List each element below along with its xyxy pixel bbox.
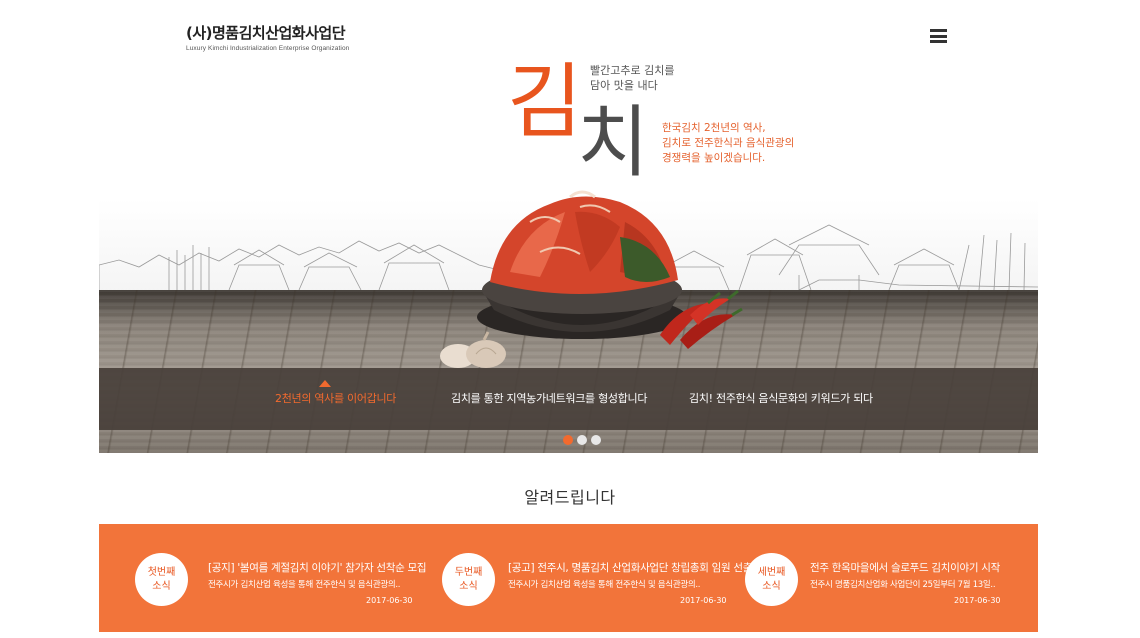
- badge-line2: 소식: [459, 580, 478, 592]
- slide-pager: [563, 435, 601, 445]
- tagline-line1: 한국김치 2천년의 역사,: [662, 122, 766, 134]
- side-note-line2: 담아 맛을 내다: [590, 79, 658, 92]
- page: 김 치 빨간고추로 김치를 담아 맛을 내다 한국김치 2천년의 역사, 김치로…: [0, 0, 1140, 638]
- logo-subtitle: Luxury Kimchi Industrialization Enterpri…: [186, 45, 350, 52]
- hamburger-icon: [930, 29, 947, 32]
- notice-summary-3: 전주시 명품김치산업화 사업단이 25일부터 7월 13일..: [810, 580, 996, 590]
- tagline-line3: 경쟁력을 높이겠습니다.: [662, 152, 766, 164]
- notice-badge-3: 세번째 소식: [745, 553, 798, 606]
- hero-big-char-kim: 김: [507, 55, 583, 150]
- notice-headline-2[interactable]: [공고] 전주시, 명품김치 산업화사업단 창립총회 임원 선출: [508, 560, 752, 575]
- notice-date-1: 2017-06-30: [366, 596, 413, 605]
- tagline-line2: 김치로 전주한식과 음식관광의: [662, 137, 795, 149]
- hamburger-icon-bar: [930, 34, 947, 38]
- badge-line1: 두번째: [454, 566, 483, 578]
- notice-summary-1: 전주시가 김치산업 육성을 통해 전주한식 및 음식관광의..: [208, 580, 401, 590]
- slide-tab-1[interactable]: 2천년의 역사를 이어갑니다: [275, 390, 396, 406]
- notice-item-1[interactable]: 첫번째 소식 [공지] '봄여름 계절김치 이야기' 참가자 선착순 모집 전주…: [99, 524, 427, 632]
- pager-dot-2[interactable]: [577, 435, 587, 445]
- notice-headline-3[interactable]: 전주 한옥마을에서 슬로푸드 김치이야기 시작: [810, 560, 1000, 575]
- notice-item-3[interactable]: 세번째 소식 전주 한옥마을에서 슬로푸드 김치이야기 시작 전주시 명품김치산…: [725, 524, 1038, 632]
- hamburger-menu-button[interactable]: [930, 29, 947, 43]
- notice-band: 첫번째 소식 [공지] '봄여름 계절김치 이야기' 참가자 선착순 모집 전주…: [99, 524, 1038, 632]
- notice-date-3: 2017-06-30: [954, 596, 1001, 605]
- notice-item-2[interactable]: 두번째 소식 [공고] 전주시, 명품김치 산업화사업단 창립총회 임원 선출 …: [412, 524, 752, 632]
- site-logo[interactable]: (사)명품김치산업화사업단 Luxury Kimchi Industrializ…: [186, 22, 349, 52]
- badge-line1: 첫번째: [147, 566, 176, 578]
- notice-section-title: 알려드립니다: [524, 488, 616, 507]
- notice-summary-2: 전주시가 김치산업 육성을 통해 전주한식 및 음식관광의..: [508, 580, 701, 590]
- slide-tab-2[interactable]: 김치를 통한 지역농가네트워크를 형성합니다: [451, 390, 647, 406]
- notice-date-2: 2017-06-30: [680, 596, 727, 605]
- slide-tab-3[interactable]: 김치! 전주한식 음식문화의 키워드가 되다: [689, 390, 873, 406]
- badge-line1: 세번째: [757, 566, 786, 578]
- active-slide-arrow-icon: [319, 380, 331, 387]
- badge-line2: 소식: [762, 580, 781, 592]
- garlic-image: [440, 331, 506, 368]
- red-pepper-image: [660, 289, 743, 349]
- pager-dot-3[interactable]: [591, 435, 601, 445]
- notice-headline-1[interactable]: [공지] '봄여름 계절김치 이야기' 참가자 선착순 모집: [208, 560, 427, 575]
- badge-line2: 소식: [152, 580, 171, 592]
- logo-title: (사)명품김치산업화사업단: [186, 24, 346, 42]
- hero-side-note: 빨간고추로 김치를 담아 맛을 내다: [590, 63, 674, 93]
- slide-caption-bar: 2천년의 역사를 이어갑니다 김치를 통한 지역농가네트워크를 형성합니다 김치…: [99, 368, 1038, 430]
- notice-badge-1: 첫번째 소식: [135, 553, 188, 606]
- hamburger-icon-bar: [930, 40, 947, 43]
- hero-big-char-chi: 치: [577, 98, 649, 188]
- side-note-line1: 빨간고추로 김치를: [590, 64, 675, 77]
- notice-badge-2: 두번째 소식: [442, 553, 495, 606]
- hero-tagline: 한국김치 2천년의 역사, 김치로 전주한식과 음식관광의 경쟁력을 높이겠습니…: [662, 121, 794, 166]
- pager-dot-1[interactable]: [563, 435, 573, 445]
